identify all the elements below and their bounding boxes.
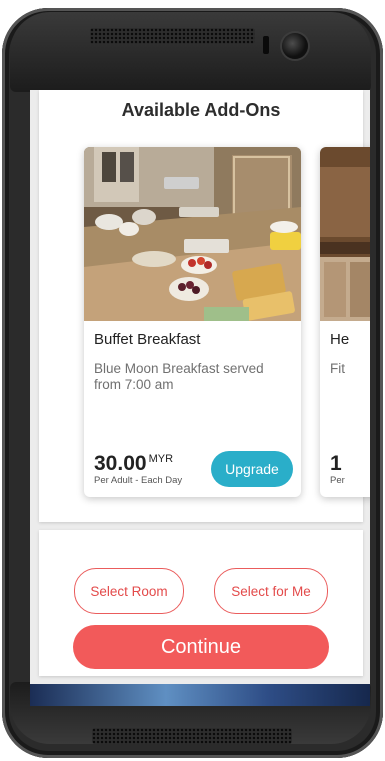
select-room-button[interactable]: Select Room <box>74 568 184 614</box>
breakfast-buffet-image <box>84 147 301 321</box>
phone-top-bezel <box>10 12 371 92</box>
addon-title-partial: He <box>330 331 350 348</box>
price-currency: MYR <box>148 453 174 465</box>
addon-card-breakfast[interactable]: Buffet Breakfast Blue Moon Breakfast ser… <box>84 147 301 497</box>
proximity-sensor <box>263 36 269 54</box>
speaker-grille-bottom <box>92 728 292 744</box>
app-screen: Available Add-Ons Buffet Breakfast Blue … <box>30 90 370 706</box>
price-note: Per Adult - Each Day <box>94 475 183 486</box>
actions-panel: Select Room Select for Me Continue <box>39 530 363 676</box>
addon-description: Blue Moon Breakfast served from 7:00 am <box>94 361 289 393</box>
addon-card-partial[interactable]: He Fit 1 Per <box>320 147 370 497</box>
select-for-me-button[interactable]: Select for Me <box>214 568 328 614</box>
addon-description-line-2: from 7:00 am <box>94 377 174 392</box>
addon-description-line-1: Blue Moon Breakfast served <box>94 361 264 376</box>
continue-button[interactable]: Continue <box>73 625 329 669</box>
addon-price-partial: 1 <box>330 452 342 476</box>
price-value-partial: 1 <box>330 452 342 475</box>
addons-panel: Available Add-Ons Buffet Breakfast Blue … <box>39 90 370 522</box>
upgrade-button[interactable]: Upgrade <box>211 451 293 487</box>
speaker-grille-top <box>90 28 255 44</box>
addon-title: Buffet Breakfast <box>94 331 201 348</box>
price-value: 30.00 <box>94 452 147 475</box>
addon-price: 30.00 MYR <box>94 452 173 476</box>
page-title: Available Add-Ons <box>121 100 281 120</box>
addon-description-partial: Fit <box>330 361 345 376</box>
background-image-strip <box>30 684 370 706</box>
front-camera <box>282 33 308 59</box>
price-note-partial: Per <box>330 475 345 486</box>
addon-image-partial <box>320 147 370 321</box>
